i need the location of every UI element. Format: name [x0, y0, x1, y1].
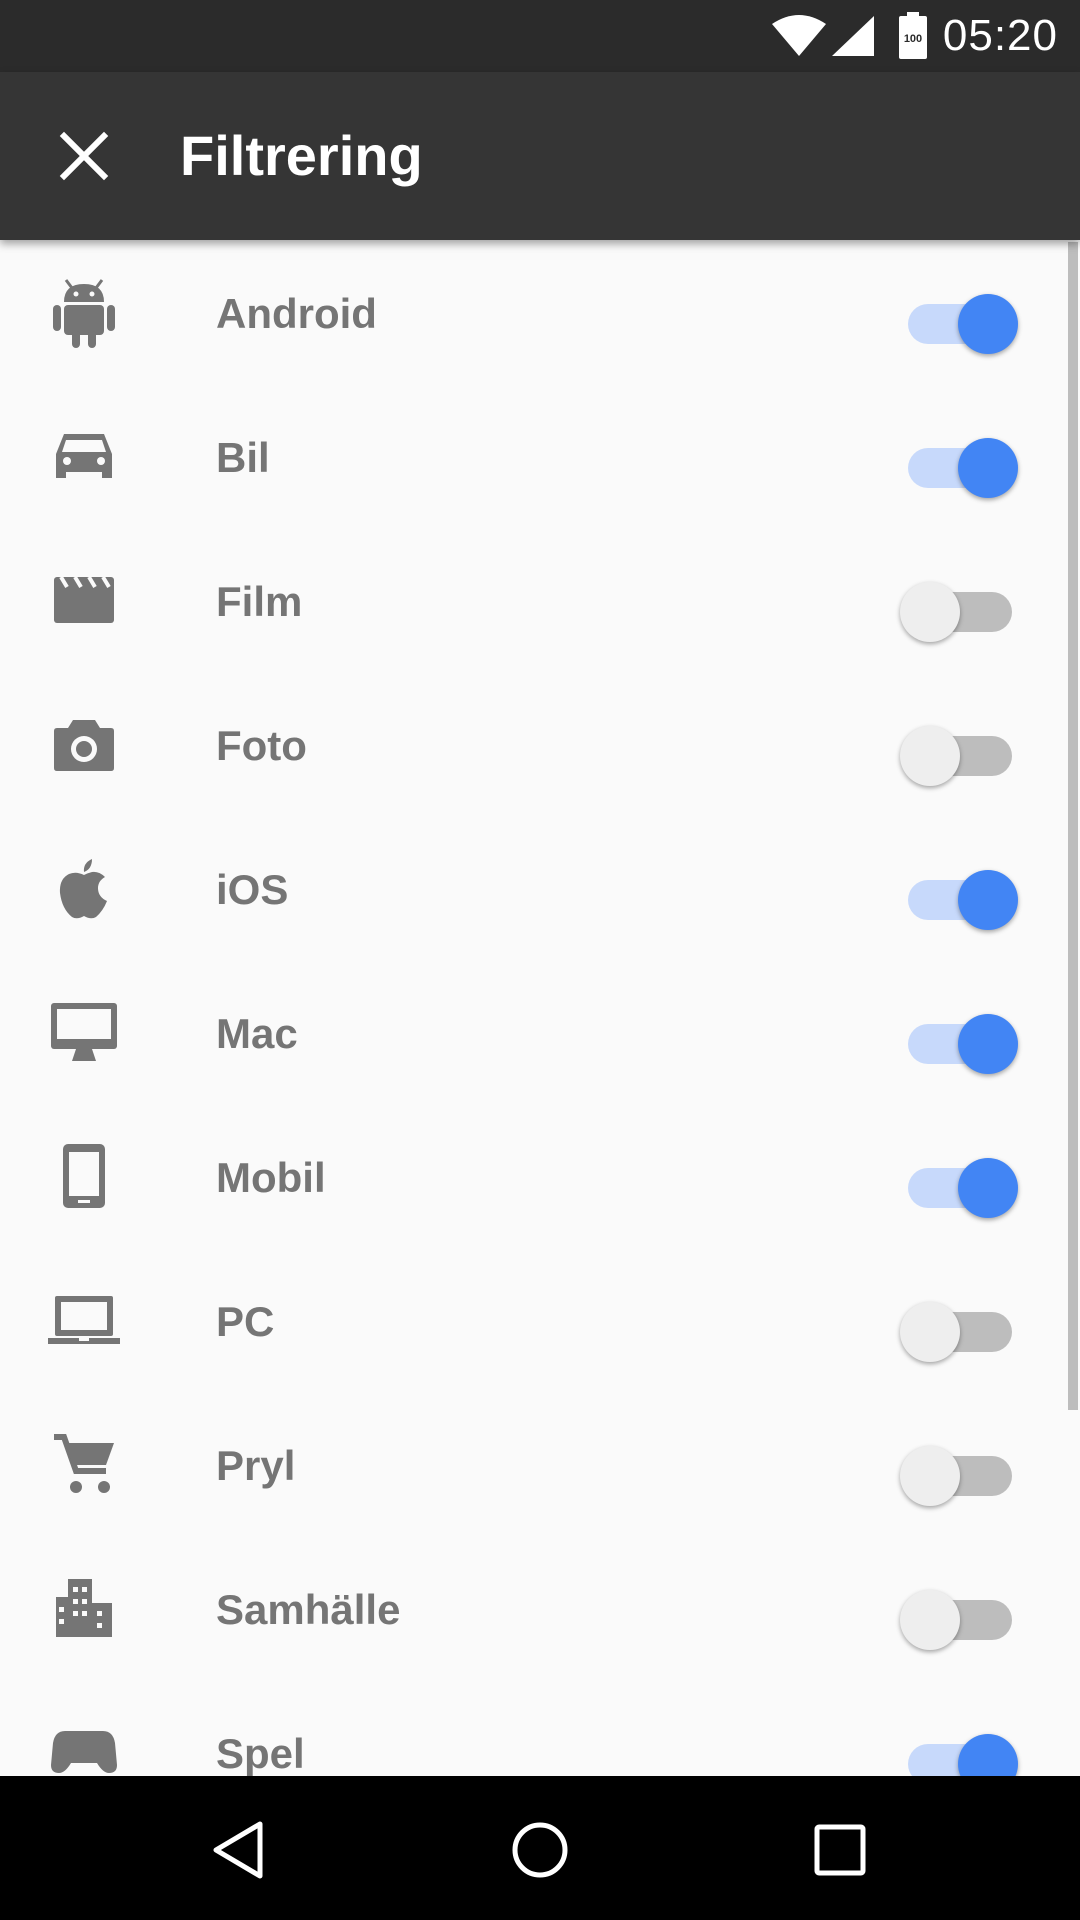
filter-label: Mac [216, 1010, 298, 1057]
toolbar: Filtrering [0, 72, 1080, 240]
filter-row-pc[interactable]: PC [0, 1248, 1068, 1392]
filter-label: Mobil [216, 1154, 326, 1201]
filter-row-pryl[interactable]: Pryl [0, 1392, 1068, 1536]
city-icon [42, 1576, 126, 1640]
filter-toggle[interactable] [896, 1584, 1026, 1650]
back-icon[interactable] [198, 1808, 282, 1892]
filter-toggle[interactable] [896, 720, 1026, 786]
filter-row-foto[interactable]: Foto [0, 672, 1068, 816]
scrollbar[interactable] [1068, 242, 1078, 1410]
filter-row-android[interactable]: Android [0, 240, 1068, 384]
desktop-mac-icon [42, 1000, 126, 1064]
filter-label: Spel [216, 1730, 305, 1776]
recents-icon[interactable] [798, 1808, 882, 1892]
cell-signal-icon [832, 16, 874, 56]
movie-clapper-icon [42, 568, 126, 632]
filter-row-spel[interactable]: Spel [0, 1680, 1068, 1776]
filter-row-mac[interactable]: Mac [0, 960, 1068, 1104]
android-icon [42, 279, 126, 348]
filter-toggle[interactable] [896, 288, 1026, 354]
filter-label: Foto [216, 722, 307, 769]
gamepad-icon [42, 1720, 126, 1776]
filter-label: PC [216, 1298, 275, 1345]
filter-label: Pryl [216, 1442, 296, 1489]
filter-label: Samhälle [216, 1586, 401, 1633]
filter-row-ios[interactable]: iOS [0, 816, 1068, 960]
shopping-cart-icon [42, 1432, 126, 1496]
filter-toggle[interactable] [896, 864, 1026, 930]
filter-toggle[interactable] [896, 1728, 1026, 1776]
laptop-icon [42, 1288, 126, 1352]
filter-toggle[interactable] [896, 1440, 1026, 1506]
filter-row-film[interactable]: Film [0, 528, 1068, 672]
apple-icon [42, 856, 126, 920]
status-bar: 100 05:20 [0, 0, 1080, 72]
filter-toggle[interactable] [896, 576, 1026, 642]
filter-row-samhalle[interactable]: Samhälle [0, 1536, 1068, 1680]
filter-row-bil[interactable]: Bil [0, 384, 1068, 528]
filter-label: Film [216, 578, 303, 625]
navigation-bar [0, 1776, 1080, 1920]
filter-label: Bil [216, 434, 270, 481]
battery-level: 100 [904, 33, 922, 45]
smartphone-icon [42, 1144, 126, 1208]
filter-label: Android [216, 290, 377, 337]
camera-icon [42, 712, 126, 776]
filter-toggle[interactable] [896, 1152, 1026, 1218]
close-icon[interactable] [54, 126, 114, 186]
filter-label: iOS [216, 866, 289, 913]
wifi-icon [772, 15, 826, 56]
clock: 05:20 [942, 11, 1058, 60]
filter-toggle[interactable] [896, 1008, 1026, 1074]
page-title: Filtrering [180, 124, 423, 187]
car-icon [42, 424, 126, 488]
filter-list[interactable]: Android Bil Film Foto iOS Mac Mobil PC P… [0, 240, 1080, 1776]
filter-toggle[interactable] [896, 1296, 1026, 1362]
filter-row-mobil[interactable]: Mobil [0, 1104, 1068, 1248]
filter-toggle[interactable] [896, 432, 1026, 498]
home-icon[interactable] [498, 1808, 582, 1892]
battery-icon: 100 [899, 12, 927, 59]
